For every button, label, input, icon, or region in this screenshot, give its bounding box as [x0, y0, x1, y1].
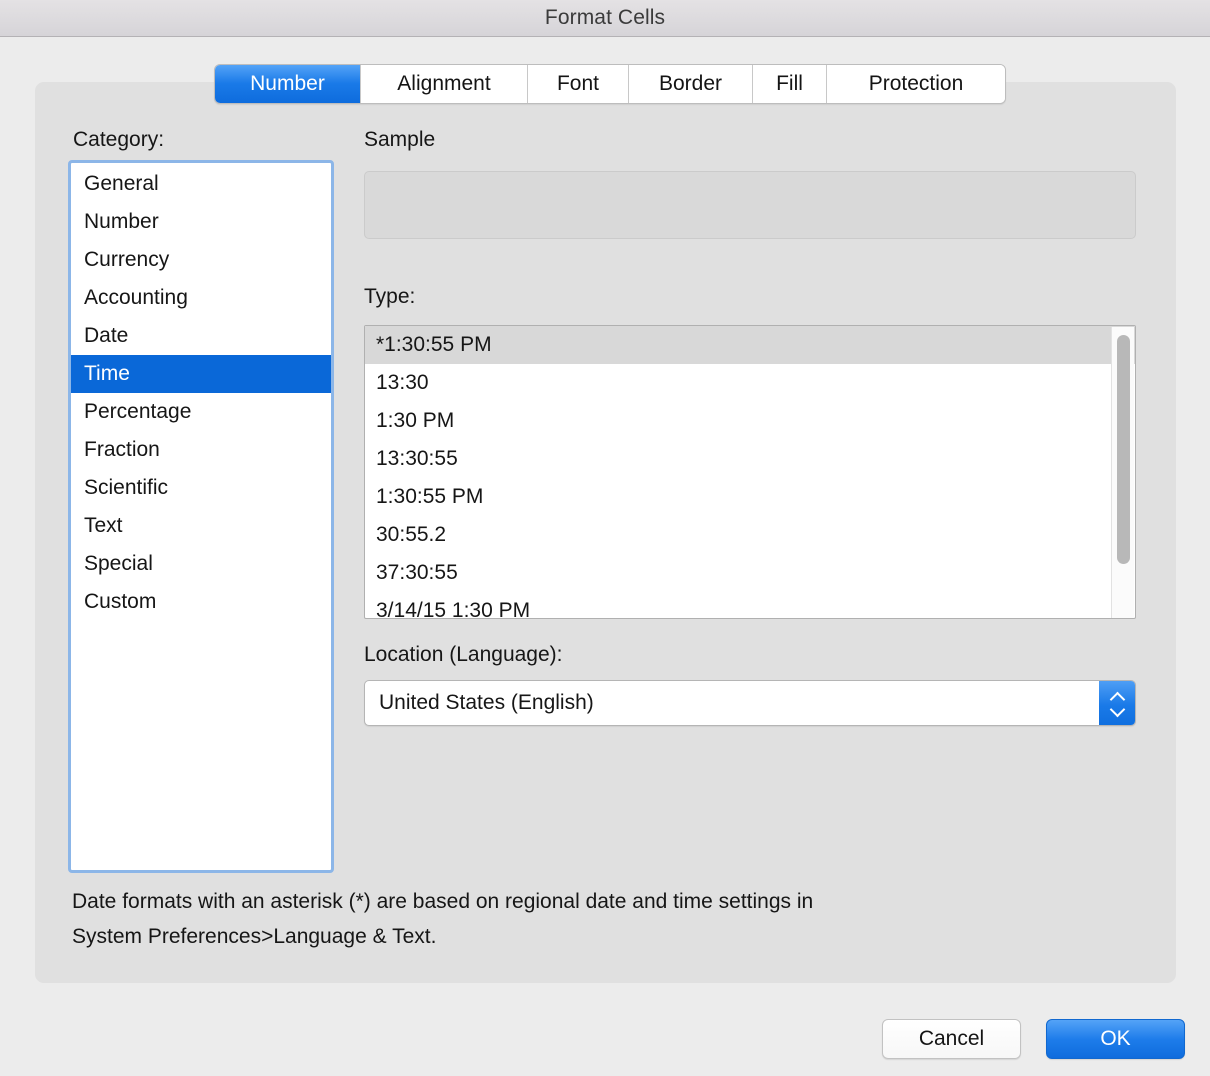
category-item-scientific[interactable]: Scientific [71, 469, 331, 507]
location-language-select[interactable]: United States (English) [364, 680, 1136, 726]
ok-button[interactable]: OK [1046, 1019, 1185, 1059]
sample-label: Sample [364, 128, 436, 151]
type-label: Type: [364, 285, 416, 308]
category-item-custom[interactable]: Custom [71, 583, 331, 621]
category-item-currency[interactable]: Currency [71, 241, 331, 279]
chevron-up-icon[interactable] [1110, 693, 1125, 702]
tab-border[interactable]: Border [629, 65, 753, 103]
category-list: General Number Currency Accounting Date … [71, 163, 331, 621]
category-listbox[interactable]: General Number Currency Accounting Date … [68, 160, 334, 873]
type-item-5[interactable]: 30:55.2 [365, 516, 1135, 554]
tab-fill[interactable]: Fill [753, 65, 827, 103]
category-label: Category: [73, 128, 165, 151]
format-note-line-2: System Preferences>Language & Text. [72, 925, 437, 948]
type-item-6[interactable]: 37:30:55 [365, 554, 1135, 592]
type-list-scrollbar-thumb[interactable] [1117, 335, 1130, 564]
category-item-special[interactable]: Special [71, 545, 331, 583]
format-note: Date formats with an asterisk (*) are ba… [72, 884, 1112, 954]
type-item-1[interactable]: 13:30 [365, 364, 1135, 402]
category-item-number[interactable]: Number [71, 203, 331, 241]
type-item-2[interactable]: 1:30 PM [365, 402, 1135, 440]
chevron-down-icon[interactable] [1110, 705, 1125, 714]
tab-bar: Number Alignment Font Border Fill Protec… [214, 64, 1006, 104]
cancel-button[interactable]: Cancel [882, 1019, 1021, 1059]
category-item-date[interactable]: Date [71, 317, 331, 355]
tab-protection[interactable]: Protection [827, 65, 1005, 103]
location-label: Location (Language): [364, 643, 563, 666]
category-item-accounting[interactable]: Accounting [71, 279, 331, 317]
location-stepper[interactable] [1099, 681, 1135, 725]
tab-alignment[interactable]: Alignment [361, 65, 528, 103]
window-titlebar: Format Cells [0, 0, 1210, 37]
format-note-line-1: Date formats with an asterisk (*) are ba… [72, 890, 814, 913]
tab-font[interactable]: Font [528, 65, 629, 103]
type-item-0[interactable]: *1:30:55 PM [365, 326, 1135, 364]
sample-preview-box [364, 171, 1136, 239]
category-item-general[interactable]: General [71, 165, 331, 203]
category-item-text[interactable]: Text [71, 507, 331, 545]
type-item-7[interactable]: 3/14/15 1:30 PM [365, 592, 1135, 618]
type-listbox[interactable]: *1:30:55 PM 13:30 1:30 PM 13:30:55 1:30:… [364, 325, 1136, 619]
location-language-value: United States (English) [379, 691, 594, 714]
tab-number[interactable]: Number [215, 65, 361, 103]
type-item-3[interactable]: 13:30:55 [365, 440, 1135, 478]
type-item-4[interactable]: 1:30:55 PM [365, 478, 1135, 516]
type-list: *1:30:55 PM 13:30 1:30 PM 13:30:55 1:30:… [365, 326, 1135, 618]
window-title: Format Cells [544, 6, 666, 29]
category-item-fraction[interactable]: Fraction [71, 431, 331, 469]
category-item-percentage[interactable]: Percentage [71, 393, 331, 431]
type-list-scrollbar[interactable] [1111, 327, 1134, 618]
category-item-time[interactable]: Time [71, 355, 331, 393]
